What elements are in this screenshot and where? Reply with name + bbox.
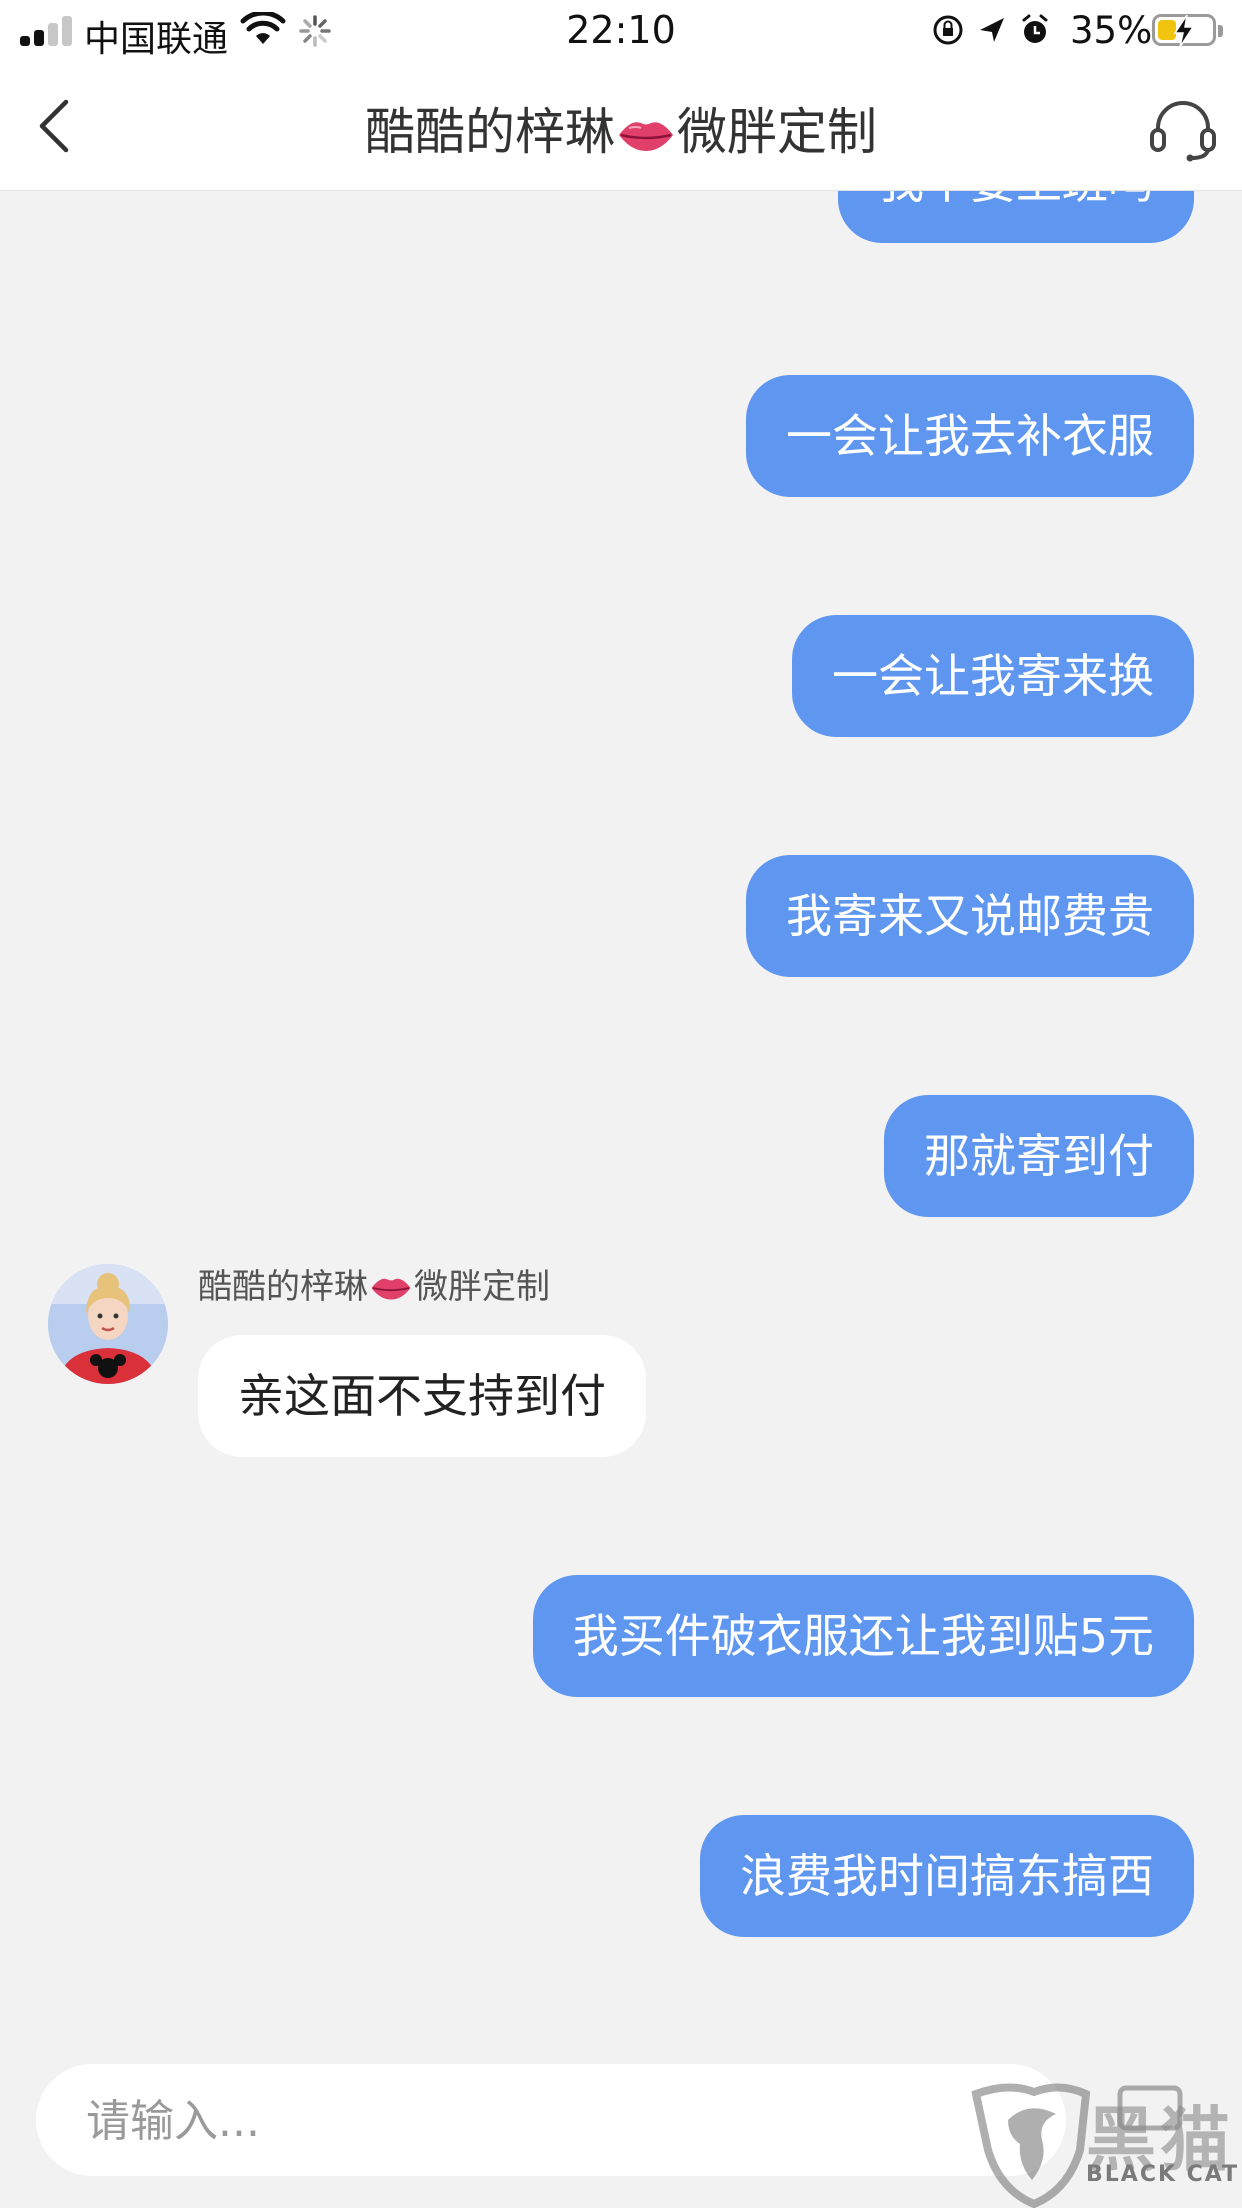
title-suffix: 微胖定制 — [677, 103, 877, 161]
message-bubble-outgoing[interactable]: 一会让我寄来换 — [792, 615, 1194, 737]
battery-percentage: 35% — [1070, 9, 1153, 52]
status-bar: 中国联通 22:10 35% — [0, 0, 1242, 62]
page-title: 酷酷的梓琳 微胖定制 — [180, 92, 1062, 164]
lips-emoji-icon — [371, 1278, 411, 1300]
headset-icon[interactable] — [1148, 98, 1218, 162]
message-input-bar[interactable] — [36, 2064, 1066, 2178]
message-bubble-outgoing[interactable]: 一会让我去补衣服 — [746, 375, 1194, 497]
message-bubble-outgoing[interactable]: 那就寄到付 — [884, 1095, 1194, 1217]
charging-bolt-icon — [1173, 15, 1195, 47]
lips-emoji-icon — [619, 122, 673, 151]
status-icons — [933, 14, 1048, 45]
avatar[interactable] — [48, 1264, 168, 1384]
message-bubble-outgoing[interactable]: 浪费我时间搞东搞西 — [700, 1815, 1194, 1937]
sender-name-text: 酷酷的梓琳 — [198, 1267, 368, 1307]
sender-name-suffix: 微胖定制 — [414, 1267, 550, 1307]
chat-area[interactable]: 我不要上班吗 一会让我去补衣服 一会让我寄来换 我寄来又说邮费贵 那就寄到付 酷… — [0, 191, 1242, 2051]
title-name: 酷酷的梓琳 — [365, 103, 615, 161]
sender-name: 酷酷的梓琳 微胖定制 — [198, 1259, 550, 1308]
back-button[interactable] — [30, 96, 80, 156]
nav-bar: 酷酷的梓琳 微胖定制 — [0, 62, 1242, 191]
watermark-subtext: BLACK CAT — [1086, 2162, 1240, 2187]
message-bubble-outgoing[interactable]: 我寄来又说邮费贵 — [746, 855, 1194, 977]
location-icon — [980, 18, 1004, 42]
message-input[interactable] — [84, 2064, 988, 2178]
avatar-image — [48, 1264, 168, 1384]
message-bubble-incoming[interactable]: 亲这面不支持到付 — [198, 1335, 646, 1457]
alarm-icon — [1022, 14, 1048, 43]
message-bubble-outgoing[interactable]: 我买件破衣服还让我到贴5元 — [532, 1575, 1194, 1697]
message-bubble-outgoing[interactable]: 我不要上班吗 — [838, 191, 1194, 243]
battery-icon — [1152, 14, 1223, 47]
orientation-lock-icon — [933, 15, 963, 45]
